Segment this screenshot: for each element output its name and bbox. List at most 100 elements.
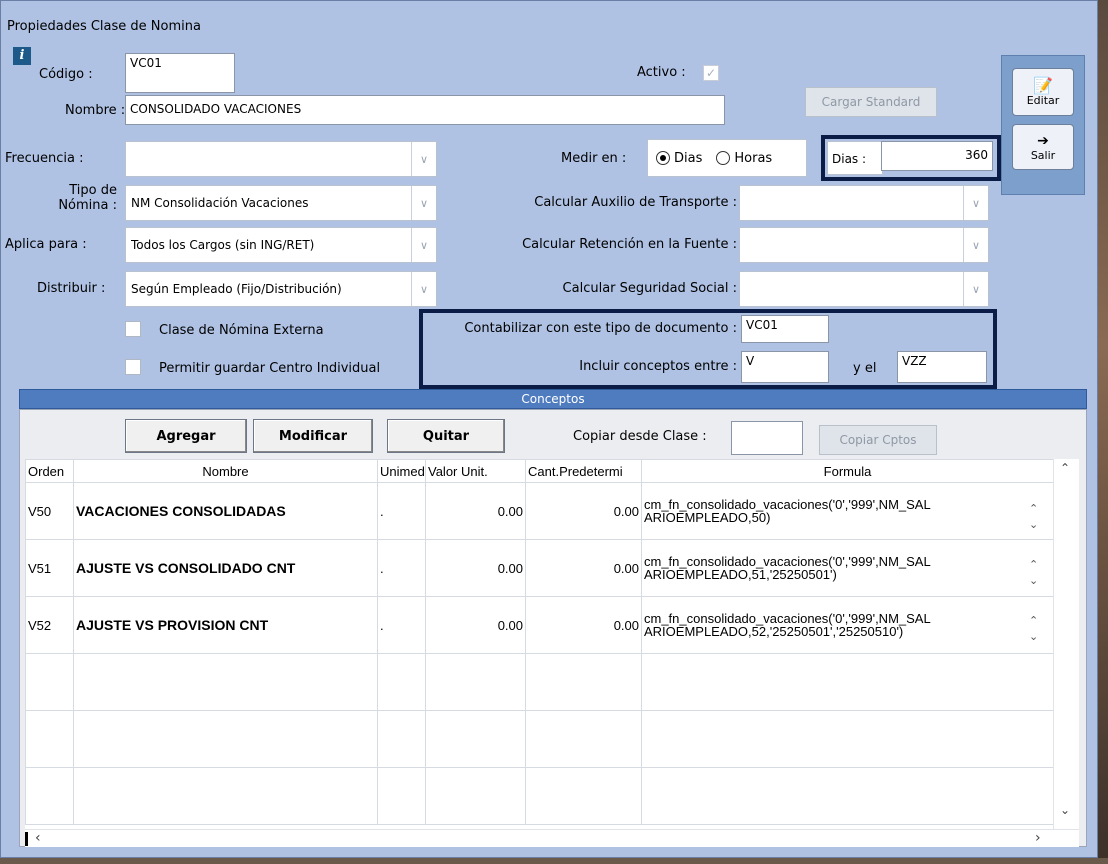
table-row[interactable]: V50 VACACIONES CONSOLIDADAS . 0.00 0.00 … [25,482,1053,540]
chevron-down-icon[interactable]: ∨ [963,186,988,220]
conceptos-grid: Orden Nombre Unimed Valor Unit. Cant.Pre… [25,459,1053,829]
chevron-right-icon[interactable]: › [1035,830,1041,846]
col-formula[interactable]: Formula [641,459,1053,483]
exit-door-icon: ➔ [1037,132,1049,149]
cell-orden: V52 [25,596,74,654]
radio-horas[interactable] [716,151,731,165]
cell-formula: cm_fn_consolidado_vacaciones('0','999',N… [641,539,1053,597]
codigo-input[interactable]: VC01 [125,53,235,93]
frecuencia-select[interactable]: ∨ [125,141,437,177]
conceptos-header: Conceptos [19,389,1087,409]
desktop-background-strip [1098,0,1108,864]
cell-orden: V51 [25,539,74,597]
activo-checkbox[interactable]: ✓ [703,65,719,81]
incluir-label: Incluir conceptos entre : [579,359,737,374]
chevron-down-icon[interactable]: ⌄ [1060,803,1070,817]
formula-line2: ARIOEMPLEADO,51,'25250501') [644,567,837,582]
cargar-standard-button[interactable]: Cargar Standard [805,87,937,117]
desktop-background-bottom [0,858,1108,864]
side-toolbar: 📝 Editar ➔ Salir [1001,55,1085,195]
chevron-down-icon[interactable]: ⌄ [1029,517,1043,533]
centro-checkbox[interactable] [125,359,141,375]
distribuir-label: Distribuir : [37,281,106,296]
modificar-button[interactable]: Modificar [253,419,373,453]
chevron-down-icon[interactable]: ∨ [411,228,436,262]
col-cant[interactable]: Cant.Predetermi [525,459,642,483]
edit-icon: 📝 [1033,75,1053,95]
retencion-select[interactable]: ∨ [739,227,989,263]
nombre-label: Nombre : [65,103,126,118]
salir-label: Salir [1030,148,1056,162]
tipo-nomina-label-line1: Tipo de [69,183,117,198]
auxilio-select[interactable]: ∨ [739,185,989,221]
copiar-desde-label: Copiar desde Clase : [573,429,707,444]
contabilizar-label: Contabilizar con este tipo de documento … [464,321,737,336]
col-unimed[interactable]: Unimed [377,459,426,483]
agregar-button[interactable]: Agregar [125,419,247,453]
col-nombre[interactable]: Nombre [73,459,378,483]
col-orden[interactable]: Orden [25,459,74,483]
tipo-nomina-label: Tipo de Nómina : [31,183,117,213]
formula-line2: ARIOEMPLEADO,52,'25250501','25250510') [644,624,904,639]
cell-nombre: AJUSTE VS PROVISION CNT [73,596,378,654]
chevron-down-icon[interactable]: ∨ [411,272,436,306]
chevron-down-icon[interactable]: ∨ [411,142,436,176]
contabilizar-input[interactable]: VC01 [741,315,829,343]
frecuencia-label: Frecuencia : [5,151,84,166]
copiar-desde-input[interactable] [731,421,803,455]
row2-cell-scroll[interactable]: ⌃ ⌄ [1029,557,1043,589]
seguridad-select[interactable]: ∨ [739,271,989,307]
table-row[interactable]: V51 AJUSTE VS CONSOLIDADO CNT . 0.00 0.0… [25,539,1053,597]
row-cursor-marker [25,832,28,846]
aplica-value: Todos los Cargos (sin ING/RET) [131,238,315,252]
incluir-from-input[interactable]: V [741,351,829,383]
chevron-left-icon[interactable]: ‹ [35,830,41,846]
distribuir-select[interactable]: Según Empleado (Fijo/Distribución) ∨ [125,271,437,307]
quitar-button[interactable]: Quitar [387,419,505,453]
nombre-input[interactable]: CONSOLIDADO VACACIONES [125,95,725,125]
distribuir-value: Según Empleado (Fijo/Distribución) [131,282,342,296]
chevron-up-icon[interactable]: ⌃ [1060,461,1070,475]
dias-label: Dias : [827,141,883,175]
cell-valor: 0.00 [425,539,526,597]
chevron-up-icon[interactable]: ⌃ [1029,613,1043,629]
cell-nombre: AJUSTE VS CONSOLIDADO CNT [73,539,378,597]
chevron-up-icon[interactable]: ⌃ [1029,557,1043,573]
copiar-cptos-button[interactable]: Copiar Cptos [819,425,937,455]
empty-row [25,710,1053,768]
grid-horizontal-scrollbar[interactable]: ‹ › [25,829,1079,847]
chevron-down-icon[interactable]: ∨ [963,272,988,306]
dias-input[interactable]: 360 [881,141,993,171]
chevron-down-icon[interactable]: ∨ [963,228,988,262]
editar-button[interactable]: 📝 Editar [1012,68,1074,116]
medir-radio-group: Dias Horas [647,139,807,177]
seguridad-label: Calcular Seguridad Social : [562,281,737,296]
formula-line2: ARIOEMPLEADO,50) [644,510,771,525]
aplica-select[interactable]: Todos los Cargos (sin ING/RET) ∨ [125,227,437,263]
cell-cant: 0.00 [525,596,642,654]
info-icon[interactable]: i [13,47,31,65]
row1-cell-scroll[interactable]: ⌃ ⌄ [1029,501,1043,533]
chevron-down-icon[interactable]: ∨ [411,186,436,220]
activo-label: Activo : [637,65,686,80]
tipo-nomina-value: NM Consolidación Vacaciones [131,196,309,210]
check-icon: ✓ [705,66,717,80]
table-row[interactable]: V52 AJUSTE VS PROVISION CNT . 0.00 0.00 … [25,596,1053,654]
col-valor[interactable]: Valor Unit. [425,459,526,483]
incluir-and-label: y el [853,361,877,376]
chevron-down-icon[interactable]: ⌄ [1029,629,1043,645]
grid-vertical-scrollbar[interactable]: ⌃ ⌄ [1053,459,1079,831]
tipo-nomina-select[interactable]: NM Consolidación Vacaciones ∨ [125,185,437,221]
row3-cell-scroll[interactable]: ⌃ ⌄ [1029,613,1043,645]
empty-row [25,767,1053,825]
salir-button[interactable]: ➔ Salir [1012,124,1074,170]
cell-unimed: . [377,482,426,540]
radio-dias[interactable] [656,151,670,165]
chevron-up-icon[interactable]: ⌃ [1029,501,1043,517]
chevron-down-icon[interactable]: ⌄ [1029,573,1043,589]
tipo-nomina-label-line2: Nómina : [58,198,117,213]
cell-unimed: . [377,539,426,597]
incluir-to-input[interactable]: VZZ [897,351,987,383]
externa-checkbox[interactable] [125,321,141,337]
aplica-label: Aplica para : [5,237,87,252]
